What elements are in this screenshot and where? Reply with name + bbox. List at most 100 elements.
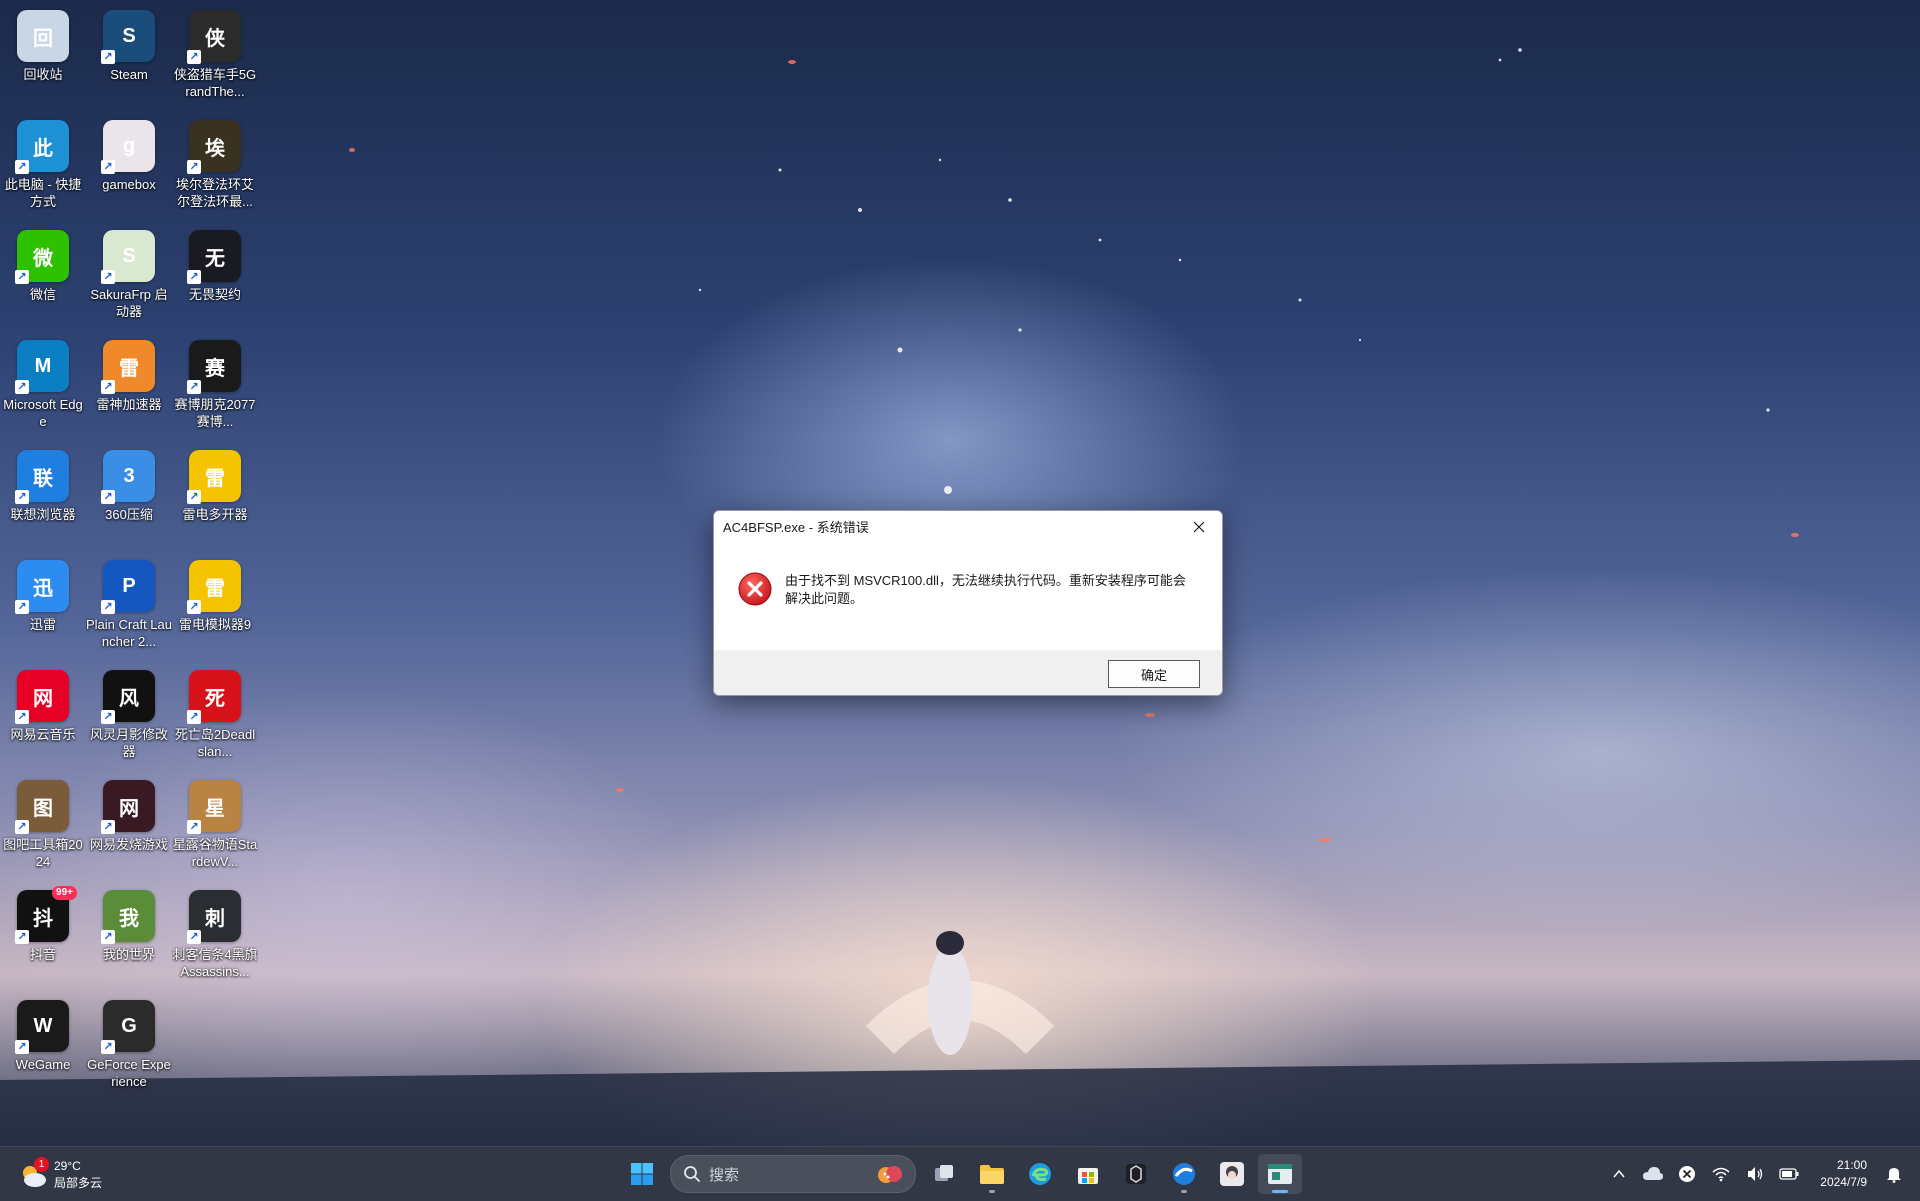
clock[interactable]: 21:00 2024/7/9	[1820, 1157, 1867, 1191]
geforce-icon: G ↗	[101, 1000, 155, 1054]
weather-widget[interactable]: 1 29°C 局部多云	[18, 1155, 102, 1195]
taskbar-gamebox[interactable]	[1210, 1154, 1254, 1194]
shortcut-arrow-icon: ↗	[15, 710, 29, 724]
error-dialog[interactable]: AC4BFSP.exe - 系统错误 由于找不到 MSVCR100.dll，无法…	[713, 510, 1223, 696]
ok-button[interactable]: 确定	[1108, 660, 1200, 688]
close-icon	[1193, 521, 1205, 532]
taskbar-file-explorer[interactable]	[970, 1154, 1014, 1194]
shortcut-arrow-icon: ↗	[187, 160, 201, 174]
taskbar-error-app[interactable]	[1258, 1154, 1302, 1194]
start-button[interactable]	[620, 1154, 664, 1194]
close-button[interactable]	[1176, 511, 1222, 542]
desktop-icon[interactable]: S ↗ Steam	[86, 4, 172, 110]
desktop-icon[interactable]: 回回收站	[0, 4, 86, 110]
desktop-icon[interactable]: 图 ↗ 图吧工具箱2024	[0, 774, 86, 880]
desktop-icon-label: 雷电多开器	[182, 507, 248, 522]
desktop-icon[interactable]: 微 ↗ 微信	[0, 224, 86, 330]
desktop-icon[interactable]: 网 ↗ 网易云音乐	[0, 664, 86, 770]
error-message-line2: 解决此问题。	[785, 591, 864, 606]
shortcut-arrow-icon: ↗	[187, 820, 201, 834]
wifi-button[interactable]	[1707, 1160, 1735, 1188]
taskbar-game-app[interactable]	[1114, 1154, 1158, 1194]
shortcut-arrow-icon: ↗	[187, 380, 201, 394]
desktop-icon-label: 雷电模拟器9	[178, 617, 252, 632]
shortcut-arrow-icon: ↗	[101, 380, 115, 394]
desktop-icon[interactable]: 埃 ↗ 埃尔登法环艾尔登法环最...	[172, 114, 258, 220]
desktop-icon[interactable]: 刺 ↗ 刺客信条4黑旗Assassins...	[172, 884, 258, 990]
shortcut-arrow-icon: ↗	[101, 50, 115, 64]
desktop-icon[interactable]: 雷 ↗ 雷电模拟器9	[172, 554, 258, 660]
desktop-icon-label: 联想浏览器	[10, 507, 76, 522]
desktop-icon-label: 死亡岛2Deadlslan...	[174, 727, 256, 759]
search-box[interactable]: 搜索	[670, 1155, 916, 1193]
dialog-title: AC4BFSP.exe - 系统错误	[723, 520, 869, 535]
desktop-icon[interactable]: 雷 ↗ 雷神加速器	[86, 334, 172, 440]
desktop-icon[interactable]: 迅 ↗ 迅雷	[0, 554, 86, 660]
desktop-icon[interactable]: 赛 ↗ 赛博朋克2077赛博...	[172, 334, 258, 440]
desktop-icon[interactable]: S ↗ SakuraFrp 启动器	[86, 224, 172, 330]
minecraft-icon: 我 ↗	[101, 890, 155, 944]
desktop-icon[interactable]: 联 ↗ 联想浏览器	[0, 444, 86, 550]
search-highlight-icon	[878, 1166, 902, 1183]
dialog-titlebar[interactable]: AC4BFSP.exe - 系统错误	[714, 511, 1222, 542]
desktop-icon[interactable]: W ↗ WeGame	[0, 994, 86, 1100]
shortcut-arrow-icon: ↗	[101, 490, 115, 504]
app-window-icon	[1268, 1164, 1292, 1184]
desktop-icon[interactable]: 风 ↗ 风灵月影修改器	[86, 664, 172, 770]
taskbar-lenovo-browser[interactable]	[1162, 1154, 1206, 1194]
task-view-icon	[935, 1165, 953, 1181]
chevron-up-icon	[1613, 1169, 1625, 1178]
desktop-icon-label: Steam	[110, 67, 148, 82]
taskbar-store[interactable]	[1066, 1154, 1110, 1194]
desktop-icon[interactable]: 死 ↗ 死亡岛2Deadlslan...	[172, 664, 258, 770]
gamebox-icon	[1220, 1162, 1244, 1186]
system-tray: 21:00 2024/7/9	[1602, 1147, 1920, 1201]
notifications-button[interactable]	[1880, 1160, 1908, 1188]
desktop-icon[interactable]: 抖 ↗ 99+ 抖音	[0, 884, 86, 990]
shortcut-arrow-icon: ↗	[15, 160, 29, 174]
xunlei-icon: 迅 ↗	[15, 560, 69, 614]
desktop-icon-label: 回收站	[23, 67, 63, 82]
desktop-icon[interactable]: M ↗ Microsoft Edge	[0, 334, 86, 440]
desktop-icon[interactable]: 侠 ↗ 侠盗猎车手5GrandThe...	[172, 4, 258, 110]
desktop-icon-label: GeForce Experience	[87, 1057, 171, 1089]
gta-v-icon: 侠 ↗	[187, 10, 241, 64]
desktop-icon[interactable]: 网 ↗ 网易发烧游戏	[86, 774, 172, 880]
desktop-icon[interactable]: P ↗ Plain Craft Launcher 2...	[86, 554, 172, 660]
desktop-icon[interactable]: 我 ↗ 我的世界	[86, 884, 172, 990]
lenovo-browser-icon	[1173, 1163, 1195, 1185]
battery-icon	[1779, 1168, 1799, 1180]
shortcut-arrow-icon: ↗	[101, 930, 115, 944]
desktop-icon-label: 360压缩	[105, 507, 153, 522]
desktop-icon[interactable]: g ↗ gamebox	[86, 114, 172, 220]
desktop-icon-label: 此电脑 - 快捷方式	[4, 177, 82, 209]
desktop-icon[interactable]: 雷 ↗ 雷电多开器	[172, 444, 258, 550]
taskbar-edge[interactable]	[1018, 1154, 1062, 1194]
desktop[interactable]: 回回收站 S ↗ Steam 侠 ↗ 侠盗猎车手5GrandThe... 此 ↗ 此电脑 - 快捷…	[0, 0, 1920, 1146]
windows-logo-icon	[631, 1163, 653, 1185]
desktop-icon[interactable]: 此 ↗ 此电脑 - 快捷方式	[0, 114, 86, 220]
task-view-button[interactable]	[922, 1154, 966, 1194]
battery-button[interactable]	[1775, 1160, 1803, 1188]
dead-island-icon: 死 ↗	[187, 670, 241, 724]
error-message-line1: 由于找不到 MSVCR100.dll，无法继续执行代码。重新安装程序可能会	[785, 573, 1186, 588]
sakurafrp-icon: S ↗	[101, 230, 155, 284]
tray-close-app-button[interactable]	[1673, 1160, 1701, 1188]
desktop-icon[interactable]: 3 ↗ 360压缩	[86, 444, 172, 550]
weather-desc: 局部多云	[54, 1176, 103, 1190]
shortcut-arrow-icon: ↗	[101, 820, 115, 834]
weather-temp: 29°C	[54, 1159, 81, 1173]
360-zip-icon: 3 ↗	[101, 450, 155, 504]
folder-icon	[980, 1165, 1004, 1184]
desktop-icon[interactable]: G ↗ GeForce Experience	[86, 994, 172, 1100]
taskbar: 1 29°C 局部多云 搜索 21:00 2024/7/9	[0, 1146, 1920, 1201]
desktop-icon[interactable]: 星 ↗ 星露谷物语StardewV...	[172, 774, 258, 880]
desktop-icon-label: 微信	[29, 287, 56, 302]
tray-cloud-button[interactable]	[1639, 1160, 1667, 1188]
shortcut-arrow-icon: ↗	[15, 930, 29, 944]
volume-button[interactable]	[1741, 1160, 1769, 1188]
edge-icon	[1029, 1163, 1051, 1185]
show-hidden-icons-button[interactable]	[1605, 1160, 1633, 1188]
desktop-icon-label: 图吧工具箱2024	[3, 837, 83, 869]
desktop-icon[interactable]: 无 ↗ 无畏契约	[172, 224, 258, 330]
